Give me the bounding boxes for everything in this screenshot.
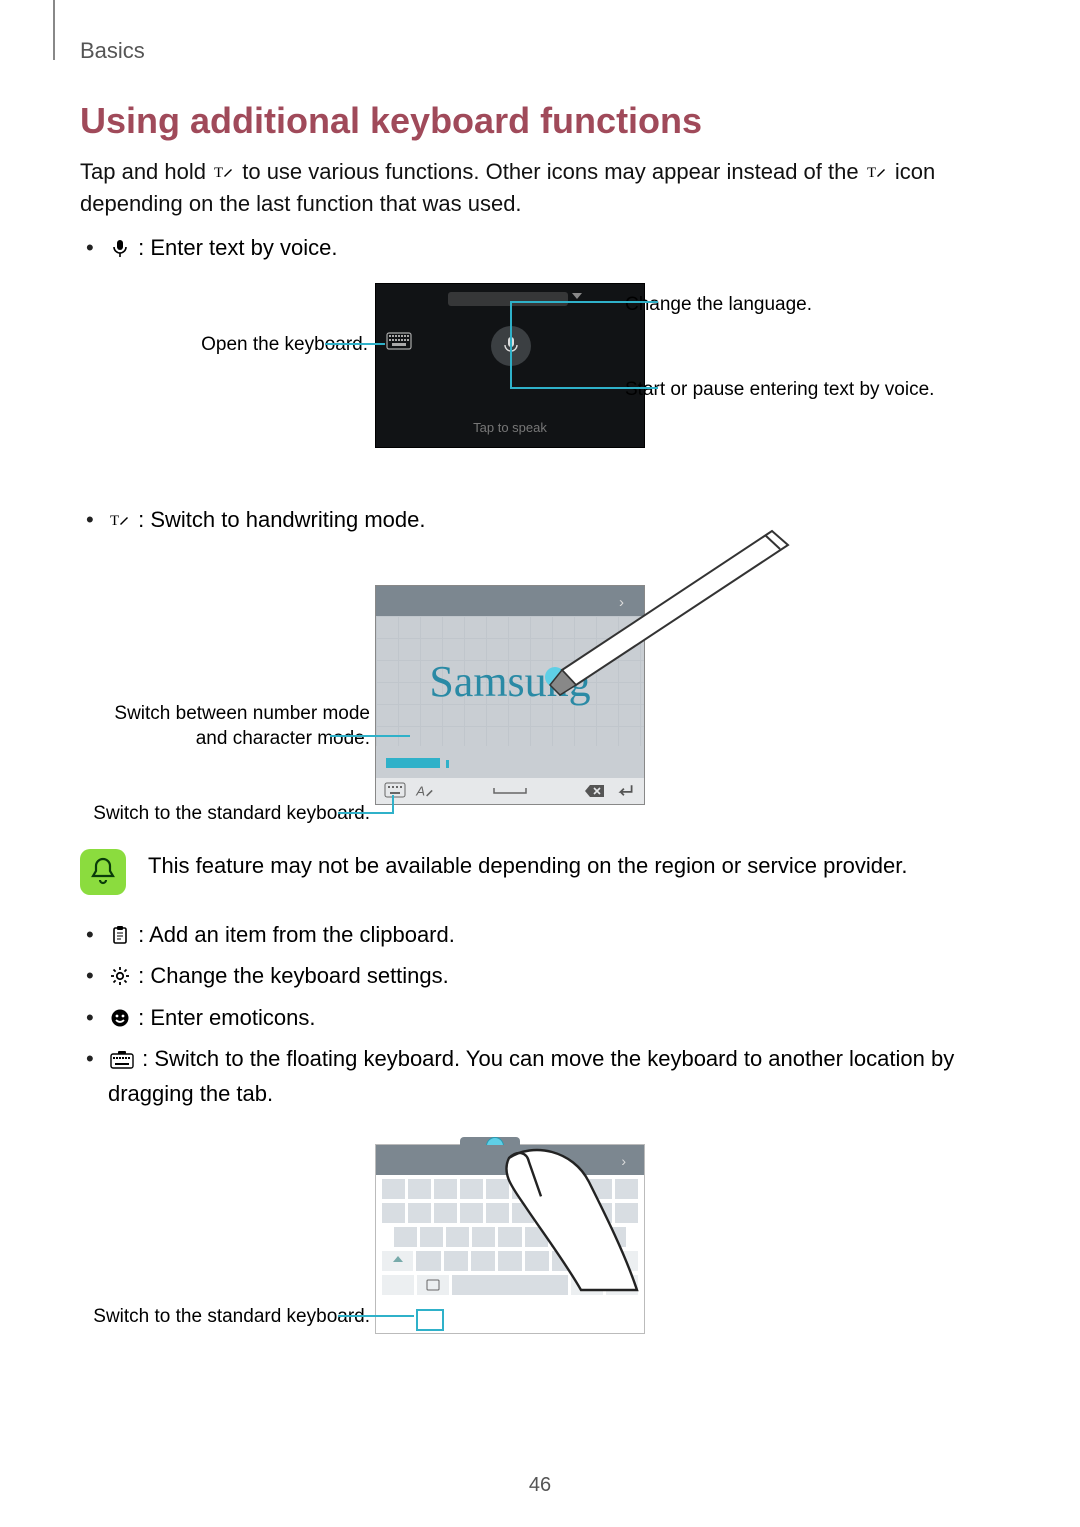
handwriting-topbar: › — [376, 586, 644, 616]
handwriting-caret-row — [386, 756, 634, 768]
bullet-floating: : Switch to the floating keyboard. You c… — [80, 1041, 980, 1111]
svg-text:T: T — [214, 165, 223, 181]
page-number: 46 — [0, 1474, 1080, 1497]
figure-voice-input: Tap to speak Open the keyboard. Change t… — [80, 283, 980, 478]
figure-handwriting: › Samsung A — [80, 555, 980, 825]
gear-icon — [110, 961, 130, 981]
callout-line — [330, 735, 410, 737]
microphone-icon — [110, 233, 130, 253]
open-keyboard-icon — [386, 332, 412, 350]
handwriting-bottom-bar: A — [376, 778, 644, 804]
bullet-handwriting-text: : Switch to handwriting mode. — [138, 507, 425, 532]
callout-open-keyboard: Open the keyboard. — [118, 333, 368, 358]
floating-keyboard-panel: › — [375, 1144, 645, 1334]
breadcrumb: Basics — [80, 38, 145, 64]
handwriting-t-pen-icon: T — [214, 159, 234, 179]
voice-language-arrow-icon — [572, 293, 582, 299]
note-text: This feature may not be available depend… — [148, 849, 907, 882]
page-content: Using additional keyboard functions Tap … — [80, 100, 980, 1373]
intro-paragraph: Tap and hold T to use various functions.… — [80, 156, 980, 220]
svg-text:T: T — [867, 165, 876, 181]
intro-part1: Tap and hold — [80, 159, 212, 184]
mode-switch-icon: A — [414, 782, 436, 800]
bullet-clipboard-text: : Add an item from the clipboard. — [138, 922, 455, 947]
bullet-emoticons-text: : Enter emoticons. — [138, 1005, 315, 1030]
side-rule — [53, 0, 55, 60]
bullet-clipboard: : Add an item from the clipboard. — [80, 917, 980, 952]
handwriting-panel: › Samsung A — [375, 585, 645, 805]
section-title: Using additional keyboard functions — [80, 100, 980, 142]
handwriting-sample-text: Samsung — [429, 656, 590, 707]
callout-standard-keyboard: Switch to the standard keyboard. — [80, 802, 370, 827]
floating-keys — [382, 1179, 638, 1299]
bullet-voice: : Enter text by voice. — [80, 230, 980, 265]
callout-line — [392, 795, 394, 814]
bullet-list-2: T : Switch to handwriting mode. — [80, 502, 980, 537]
svg-text:A: A — [415, 784, 425, 799]
voice-tap-to-speak: Tap to speak — [376, 420, 644, 435]
note-row: This feature may not be available depend… — [80, 849, 980, 895]
bullet-emoticons: : Enter emoticons. — [80, 1000, 980, 1035]
handwriting-t-pen-icon: T — [867, 159, 887, 179]
svg-text:T: T — [110, 513, 119, 529]
figure-floating-keyboard: › Switch to the standard keyboard. — [80, 1129, 980, 1349]
bullet-floating-text: : Switch to the floating keyboard. You c… — [108, 1046, 954, 1106]
bullet-settings: : Change the keyboard settings. — [80, 958, 980, 993]
callout-line — [338, 1315, 414, 1317]
callout-standard-keyboard-2: Switch to the standard keyboard. — [80, 1305, 370, 1330]
floating-topbar: › — [376, 1145, 644, 1175]
enter-icon — [614, 782, 636, 800]
handwriting-area: Samsung — [376, 616, 644, 746]
bullet-handwriting: T : Switch to handwriting mode. — [80, 502, 980, 537]
callout-change-language: Change the language. — [625, 293, 945, 318]
note-bell-icon — [80, 849, 126, 895]
callout-start-pause-voice: Start or pause entering text by voice. — [625, 378, 955, 403]
space-icon — [490, 782, 530, 800]
backspace-icon — [584, 782, 606, 800]
intro-part2: to use various functions. Other icons ma… — [242, 159, 864, 184]
callout-line — [338, 812, 393, 814]
callout-line — [325, 343, 385, 345]
chevron-right-icon: › — [619, 594, 624, 611]
clipboard-icon — [110, 920, 130, 940]
handwriting-t-pen-icon: T — [110, 505, 130, 525]
floating-keyboard-icon — [110, 1044, 134, 1064]
keyboard-switch-icon — [384, 782, 406, 800]
chevron-right-icon: › — [621, 1153, 626, 1169]
callout-line — [510, 387, 658, 389]
bullet-list-3: : Add an item from the clipboard. : Chan… — [80, 917, 980, 1111]
callout-line — [510, 301, 512, 389]
bullet-voice-text: : Enter text by voice. — [138, 235, 337, 260]
callout-line — [510, 301, 658, 303]
bullet-settings-text: : Change the keyboard settings. — [138, 963, 449, 988]
voice-language-bar — [448, 292, 568, 306]
callout-number-char-mode: Switch between number mode and character… — [80, 702, 370, 751]
emoticon-icon — [110, 1003, 130, 1023]
bullet-list-1: : Enter text by voice. — [80, 230, 980, 265]
highlight-standard-keyboard-button — [416, 1309, 444, 1331]
